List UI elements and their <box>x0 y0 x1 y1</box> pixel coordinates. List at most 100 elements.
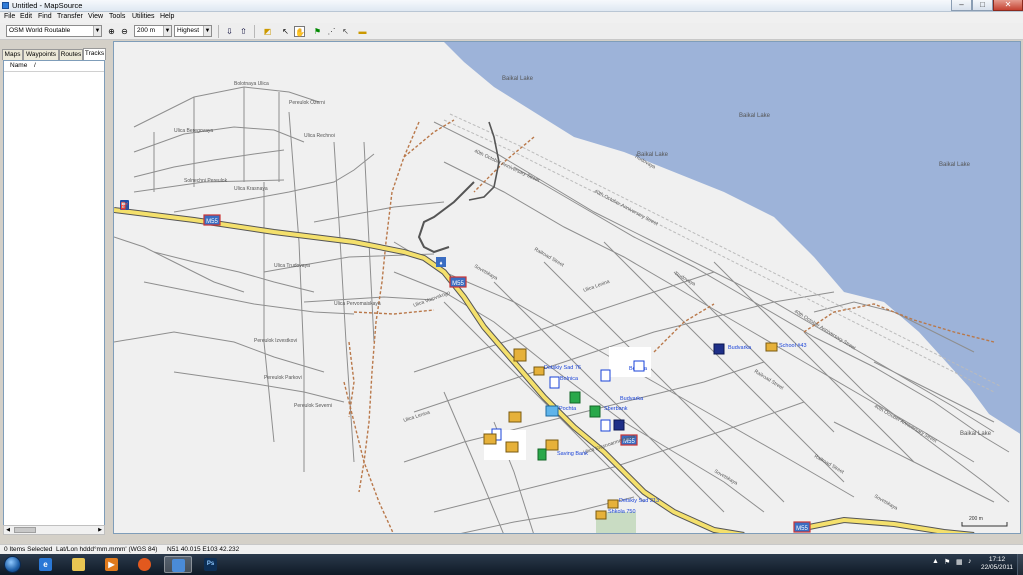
show-hidden-icon[interactable]: ▲ <box>932 558 939 565</box>
waypoint-tool-icon[interactable]: ⚑ <box>312 26 323 37</box>
poi-label: Detskiy Sad 213 <box>619 498 659 504</box>
map-product-select[interactable]: OSM World Routable ▼ <box>6 25 102 37</box>
distance-tool-icon[interactable]: ▬ <box>357 26 368 37</box>
pedestrian-icon[interactable] <box>549 376 560 389</box>
menu-bar: File Edit Find Transfer View Tools Utili… <box>0 12 1023 23</box>
route-tool-icon[interactable]: ⋰ <box>326 26 337 37</box>
lake-label: Baikal Lake <box>960 431 992 437</box>
m55-label: M55 <box>452 281 464 287</box>
bank-icon[interactable] <box>589 405 601 418</box>
tracks-list[interactable]: Name / <box>3 60 105 534</box>
taskbar-ie[interactable]: e <box>32 556 60 573</box>
column-name[interactable]: Name <box>10 61 27 71</box>
taskbar-firefox[interactable] <box>131 556 159 573</box>
tab-routes[interactable]: Routes <box>59 49 83 60</box>
poi-label: Budvarka <box>620 396 644 402</box>
toolbar-separator <box>254 25 255 38</box>
zoom-in-icon[interactable]: ⊕ <box>106 26 117 37</box>
menu-utilities[interactable]: Utilities <box>132 13 155 20</box>
post-office-icon[interactable] <box>545 405 559 417</box>
pedestrian-icon[interactable] <box>600 419 611 432</box>
receive-from-device-icon[interactable]: ⇩ <box>224 26 235 37</box>
poi-restroom[interactable]: ♦ <box>436 257 446 267</box>
poi-label: Saving Bank <box>557 451 588 457</box>
tab-tracks[interactable]: Tracks <box>83 48 106 60</box>
bank-icon[interactable] <box>569 391 581 404</box>
firefox-icon <box>138 558 151 571</box>
school-icon[interactable] <box>505 441 519 453</box>
lake-label: Baikal Lake <box>502 76 534 82</box>
zoom-out-icon[interactable]: ⊖ <box>119 26 130 37</box>
zoom-tool-icon[interactable]: ◩ <box>262 26 273 37</box>
map-view[interactable]: M55 M55 M55 M55 Baikal Lake Baikal Lake … <box>113 41 1021 534</box>
taskbar-explorer[interactable] <box>65 556 93 573</box>
media-player-icon: ▶ <box>105 558 118 571</box>
start-button[interactable] <box>4 556 21 573</box>
taskbar-photoshop[interactable]: Ps <box>197 556 225 573</box>
hospital-area <box>609 347 651 377</box>
menu-transfer[interactable]: Transfer <box>57 13 83 20</box>
menu-edit[interactable]: Edit <box>20 13 32 20</box>
taskbar-mapsource[interactable] <box>164 556 192 573</box>
tab-waypoints[interactable]: Waypoints <box>23 49 59 60</box>
menu-view[interactable]: View <box>88 13 103 20</box>
track-tool-icon[interactable]: ↖ <box>340 26 351 37</box>
flag-icon[interactable]: ⚑ <box>944 558 950 566</box>
show-desktop-button[interactable] <box>1017 554 1023 575</box>
menu-help[interactable]: Help <box>160 13 174 20</box>
coordinate-format: Lat/Lon hddd°mm.mmm' (WGS 84) <box>56 546 158 553</box>
column-sort[interactable]: / <box>34 61 36 71</box>
poi-label: Budvarka <box>728 345 752 351</box>
zoom-level-select[interactable]: 200 m ▼ <box>134 25 172 37</box>
school-icon[interactable] <box>765 342 778 352</box>
street-label: Ulica Rechnoi <box>304 133 335 139</box>
list-scrollbar[interactable]: ◀ ▶ <box>3 525 105 535</box>
close-button[interactable]: ✕ <box>993 0 1023 11</box>
hospital-icon[interactable] <box>633 360 645 372</box>
send-to-device-icon[interactable]: ⇧ <box>238 26 249 37</box>
kindergarten-icon[interactable] <box>607 499 619 509</box>
school-icon[interactable] <box>508 411 522 423</box>
menu-file[interactable]: File <box>4 13 15 20</box>
maximize-button[interactable]: □ <box>972 0 993 11</box>
bank-icon[interactable] <box>537 448 547 461</box>
menu-tools[interactable]: Tools <box>109 13 125 20</box>
side-panel: Maps Waypoints Routes Tracks Name / ◀ ▶ <box>0 41 108 544</box>
pedestrian-icon[interactable] <box>600 369 611 382</box>
menu-find[interactable]: Find <box>38 13 52 20</box>
chevron-down-icon: ▼ <box>203 26 211 36</box>
school-icon[interactable] <box>513 348 527 362</box>
school-icon[interactable] <box>545 439 559 451</box>
map-product-value: OSM World Routable <box>9 27 71 34</box>
scroll-right-icon[interactable]: ▶ <box>96 526 104 534</box>
bus-icon[interactable] <box>613 419 625 431</box>
scale-label: 200 m <box>969 516 983 522</box>
school-icon[interactable] <box>483 433 497 445</box>
scroll-thumb[interactable] <box>14 527 36 533</box>
hand-tool-icon[interactable]: ✋ <box>294 26 305 37</box>
poi-gas-station[interactable]: ⛽ <box>120 200 129 210</box>
mapsource-icon <box>172 559 185 572</box>
tab-maps[interactable]: Maps <box>2 49 23 60</box>
clock-date: 22/05/2011 <box>980 564 1014 571</box>
taskbar-clock[interactable]: 17:12 22/05/2011 <box>977 556 1017 572</box>
network-icon[interactable]: ▦ <box>956 558 963 566</box>
window-title: Untitled - MapSource <box>12 1 83 10</box>
volume-icon[interactable]: ♪ <box>968 558 972 565</box>
fuel-icon: ⛽ <box>120 201 129 210</box>
detail-level-select[interactable]: Highest ▼ <box>174 25 212 37</box>
taskbar-media-player[interactable]: ▶ <box>98 556 126 573</box>
selection-tool-icon[interactable]: ↖ <box>280 26 291 37</box>
street-label: Ulica Pervomaiskaya <box>334 301 381 307</box>
map-canvas[interactable]: M55 M55 M55 M55 Baikal Lake Baikal Lake … <box>114 42 1021 534</box>
minimize-button[interactable]: – <box>951 0 972 11</box>
street-label: Pereulok Izvestkovi <box>254 338 297 344</box>
scroll-left-icon[interactable]: ◀ <box>4 526 12 534</box>
zoom-level-value: 200 m <box>137 27 156 34</box>
kindergarten-icon[interactable] <box>533 366 545 376</box>
poi-label: School #43 <box>779 343 807 349</box>
street-label: Pereulok Parkovi <box>264 375 302 381</box>
street-label: Bolotnaya Ulica <box>234 81 269 87</box>
bus-icon[interactable] <box>713 343 725 355</box>
school-icon[interactable] <box>595 510 607 520</box>
